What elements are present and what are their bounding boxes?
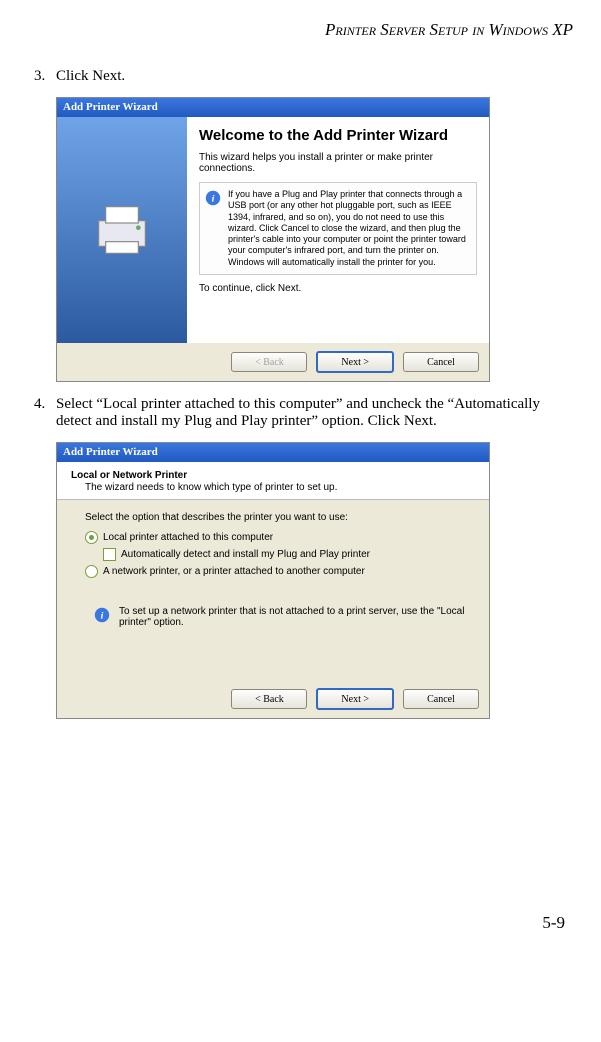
radio-network-printer[interactable] xyxy=(85,565,98,578)
cancel-button[interactable]: Cancel xyxy=(403,689,479,709)
wizard-heading: Welcome to the Add Printer Wizard xyxy=(199,127,477,144)
step-4-text: Select “Local printer attached to this c… xyxy=(56,396,573,430)
tip-text: To set up a network printer that is not … xyxy=(119,606,475,628)
wizard-intro-text: This wizard helps you install a printer … xyxy=(199,152,477,174)
option-network-printer-label: A network printer, or a printer attached… xyxy=(103,566,365,577)
titlebar: Add Printer Wizard xyxy=(57,98,489,117)
option-network-printer[interactable]: A network printer, or a printer attached… xyxy=(85,565,475,578)
step-3-text: Click Next. xyxy=(56,68,573,85)
option-local-printer-label: Local printer attached to this computer xyxy=(103,532,273,543)
option-auto-detect[interactable]: Automatically detect and install my Plug… xyxy=(85,548,475,561)
step-3: 3. Click Next. xyxy=(34,68,573,85)
next-button[interactable]: Next > xyxy=(316,351,394,373)
wizard-sidebar-art xyxy=(57,117,187,343)
wizard-subheader: Local or Network Printer The wizard need… xyxy=(57,462,489,500)
subheader-title: Local or Network Printer xyxy=(71,470,477,481)
option-local-printer[interactable]: Local printer attached to this computer xyxy=(85,531,475,544)
running-header: Printer Server Setup in Windows XP xyxy=(28,20,573,40)
printer-icon xyxy=(87,195,157,265)
info-box: i If you have a Plug and Play printer th… xyxy=(199,182,477,275)
svg-text:i: i xyxy=(101,611,104,622)
info-text: If you have a Plug and Play printer that… xyxy=(228,189,466,267)
radio-local-printer[interactable] xyxy=(85,531,98,544)
cancel-button[interactable]: Cancel xyxy=(403,352,479,372)
next-button[interactable]: Next > xyxy=(316,688,394,710)
continue-text: To continue, click Next. xyxy=(199,283,477,294)
back-button[interactable]: < Back xyxy=(231,689,307,709)
tip-row: i To set up a network printer that is no… xyxy=(85,606,475,628)
back-button[interactable]: < Back xyxy=(231,352,307,372)
svg-text:i: i xyxy=(212,194,215,205)
wizard-local-network-screenshot: Add Printer Wizard Local or Network Prin… xyxy=(56,442,490,719)
wizard-welcome-screenshot: Add Printer Wizard Welcome to the Add Pr… xyxy=(56,97,490,382)
checkbox-auto-detect[interactable] xyxy=(103,548,116,561)
subheader-subtitle: The wizard needs to know which type of p… xyxy=(71,482,477,493)
titlebar: Add Printer Wizard xyxy=(57,443,489,462)
option-auto-detect-label: Automatically detect and install my Plug… xyxy=(121,549,370,560)
info-icon: i xyxy=(93,606,111,624)
step-3-number: 3. xyxy=(34,68,56,85)
select-option-label: Select the option that describes the pri… xyxy=(85,512,475,523)
step-4-number: 4. xyxy=(34,396,56,430)
step-4: 4. Select “Local printer attached to thi… xyxy=(34,396,573,430)
page-number: 5-9 xyxy=(28,733,573,933)
info-icon: i xyxy=(204,189,222,207)
